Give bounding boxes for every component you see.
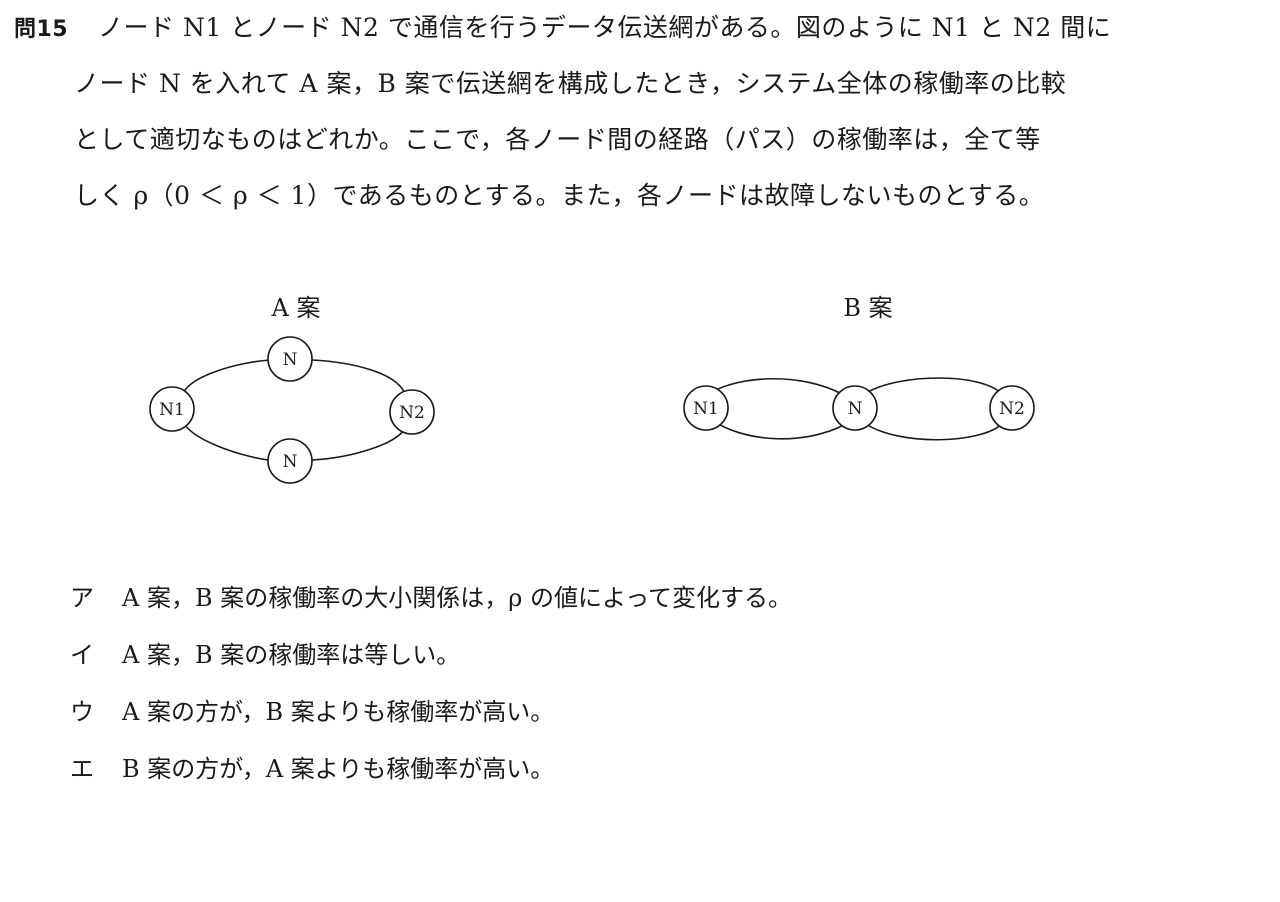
svg-text:N1: N1 [159,400,185,420]
question-line-3: として適切なものはどれか。ここで，各ノード間の経路（パス）の稼働率は，全て等 [74,125,1041,154]
plan-a-path-n1-top [181,359,271,396]
svg-text:N1: N1 [693,399,719,419]
question-line-1: 問15 ノード N1 とノード N2 で通信を行うデータ伝送網がある。図のように … [14,8,1111,50]
plan-b-diagram: B 案 N1 N N2 [683,294,1035,441]
plan-b-title: B 案 [843,294,892,322]
plan-a-title: A 案 [271,294,321,322]
option-e[interactable]: エ B 案の方が，A 案よりも稼働率が高い。 [70,749,554,789]
option-u[interactable]: ウ A 案の方が，B 案よりも稼働率が高い。 [70,692,554,732]
option-i[interactable]: イ A 案，B 案の稼働率は等しい。 [70,635,460,675]
plan-a-diagram: A 案 N1 N N N2 [149,294,435,484]
plan-a-node-n1: N1 [149,386,195,432]
plan-b-node-n1: N1 [683,385,729,431]
network-diagram-svg: A 案 N1 N N N2 B 案 N1 N N2 [149,294,1035,484]
option-text: A 案の方が，B 案よりも稼働率が高い。 [122,698,555,726]
svg-text:N2: N2 [399,403,425,423]
option-text: B 案の方が，A 案よりも稼働率が高い。 [122,755,555,783]
option-text: A 案，B 案の稼働率の大小関係は，ρ の値によって変化する。 [122,584,793,612]
svg-text:N: N [848,399,863,419]
option-text: A 案，B 案の稼働率は等しい。 [122,641,461,669]
svg-text:N: N [283,452,298,472]
plan-b-path-n-n2-lower [865,423,1003,441]
option-label: エ [70,755,94,783]
plan-a-node-n2: N2 [389,389,435,435]
plan-a-path-top-n2 [311,359,407,398]
plan-a-path-bottom-n2 [311,425,407,461]
plan-b-path-n-n2-upper [867,377,1003,395]
option-label: イ [70,641,94,669]
plan-a-node-n-top: N [267,336,313,382]
question-line-4: しく ρ（0 ＜ ρ ＜ 1）であるものとする。また，各ノードは故障しないものと… [74,181,1045,210]
plan-b-node-n: N [832,385,878,431]
plan-a-node-n-bottom: N [267,438,313,484]
svg-text:N: N [283,350,298,370]
network-diagram: A 案 N1 N N N2 B 案 N1 N N2 [0,280,1280,500]
svg-text:N2: N2 [999,399,1025,419]
option-label: ウ [70,698,94,726]
question-line-2: ノード N を入れて A 案，B 案で伝送網を構成したとき，システム全体の稼働率… [74,69,1067,98]
plan-b-node-n2: N2 [989,385,1035,431]
plan-b-path-n1-n-upper [711,377,843,395]
question-text-1: ノード N1 とノード N2 で通信を行うデータ伝送網がある。図のように N1 … [98,13,1112,42]
question-number: 問15 [14,17,69,42]
plan-b-path-n1-n-lower [711,419,847,440]
option-label: ア [70,584,94,612]
option-a[interactable]: ア A 案，B 案の稼働率の大小関係は，ρ の値によって変化する。 [70,578,792,618]
plan-a-path-n1-bottom [181,419,269,461]
